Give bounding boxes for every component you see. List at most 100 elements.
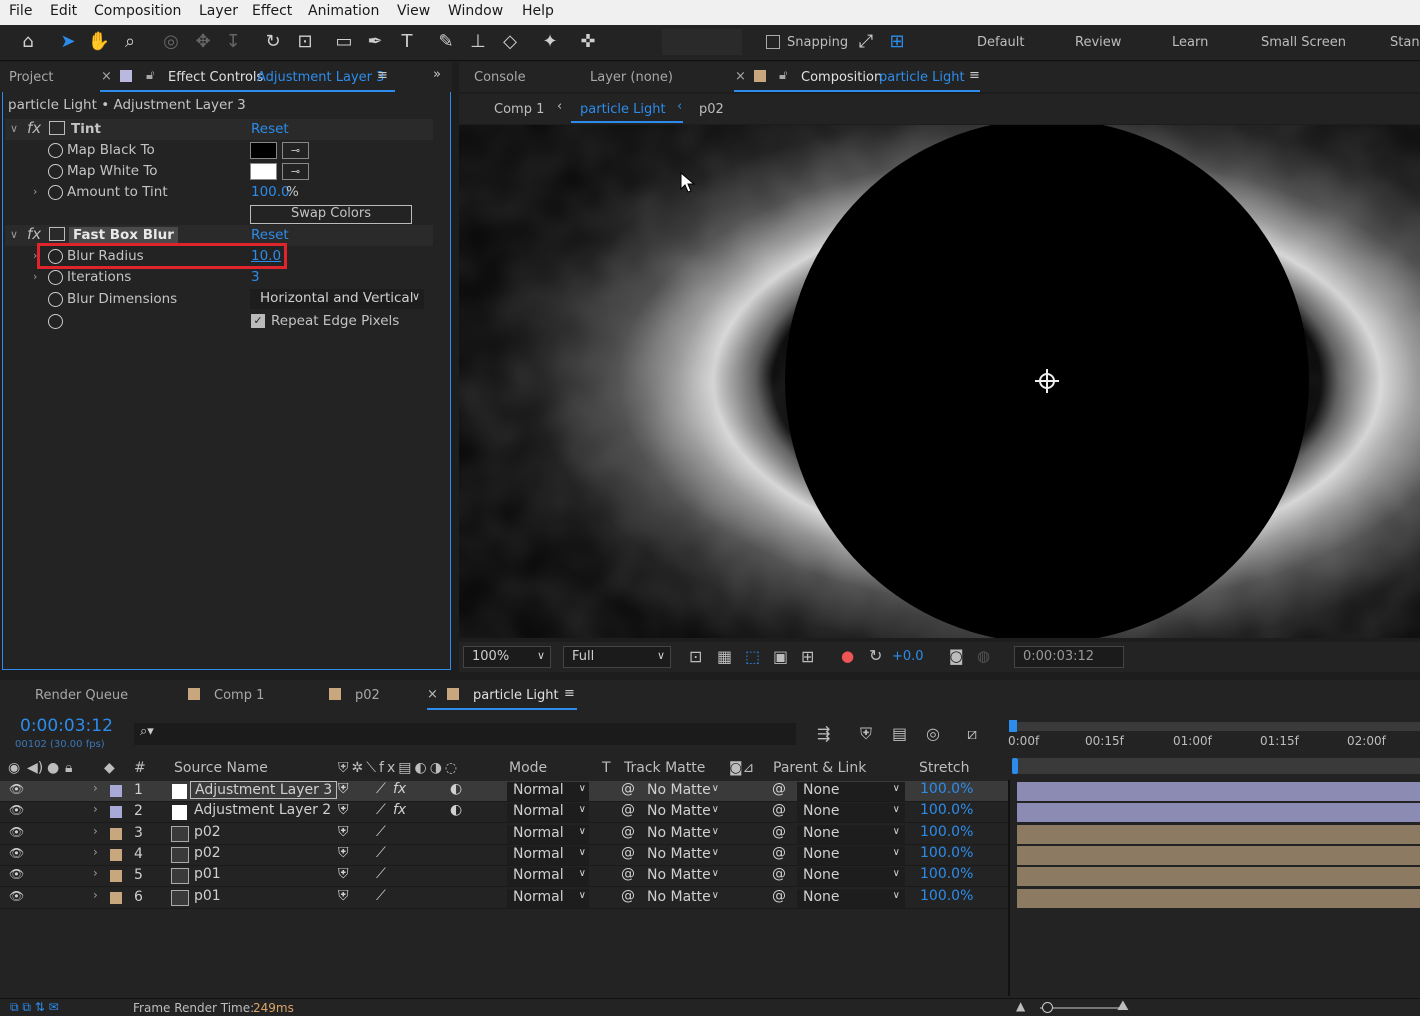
tab-layer[interactable]: Layer (none)	[590, 70, 673, 85]
amount-value[interactable]: 100.0	[251, 184, 290, 200]
layer-row[interactable]: 👁︎ › 1 Adjustment Layer 3 ⛨ ⟋ fx ◐ Normal ∨ @ No Ma…	[0, 781, 1008, 802]
layer-label-swatch[interactable]	[110, 848, 122, 861]
zoom-dropdown[interactable]: 100% ∨	[463, 646, 551, 668]
parent-pickwhip-icon[interactable]: @	[772, 866, 786, 882]
video-visibility-icon[interactable]: ◉	[8, 760, 20, 776]
adjustment-switch-icon[interactable]: ◐	[450, 781, 462, 797]
orbit-tool-icon[interactable]: ◎	[158, 29, 184, 55]
timecode-display[interactable]: 0:00:03:12	[20, 716, 113, 736]
shy-switch-icon[interactable]: ⛨	[338, 866, 349, 882]
lock-column-icon[interactable]: 🔒︎	[65, 760, 72, 776]
quality-switch-icon[interactable]: ⟋	[376, 866, 386, 882]
tab-comp1[interactable]: Comp 1	[214, 688, 264, 703]
panel-menu-icon[interactable]: ≡	[969, 68, 980, 83]
rotate-tool-icon[interactable]: ↻	[260, 29, 286, 55]
effect-tint-header[interactable]: ∨ fx Tint Reset	[5, 119, 433, 140]
menu-edit[interactable]: Edit	[50, 3, 77, 19]
expand-chevron-icon[interactable]: ›	[33, 185, 37, 198]
clone-stamp-tool-icon[interactable]: ⊥	[465, 29, 491, 55]
tab-p02[interactable]: p02	[355, 688, 380, 703]
quality-switch-icon[interactable]: ⟋	[376, 845, 386, 861]
selection-tool-icon[interactable]: ➤	[55, 29, 81, 55]
tab-particle-light[interactable]: particle Light	[473, 688, 559, 703]
col-source-name[interactable]: Source Name	[174, 760, 268, 776]
eyedropper-icon[interactable]: ⊸	[282, 163, 309, 180]
layer-name[interactable]: Adjustment Layer 3	[190, 781, 338, 799]
parent-pickwhip-icon[interactable]: @	[772, 845, 786, 861]
eye-icon[interactable]: 👁︎	[9, 825, 24, 839]
pen-tool-icon[interactable]: ✒	[362, 29, 388, 55]
eye-icon[interactable]: 👁︎	[9, 803, 24, 817]
stretch-value[interactable]: 100.0%	[920, 802, 973, 818]
toggle-switches-icon[interactable]: ⧉ ⧉ ⇅ ✉	[10, 1000, 59, 1015]
collapse-chevron-icon[interactable]: ∨	[10, 122, 18, 135]
fast-previews-icon[interactable]: ⊡	[689, 647, 702, 666]
home-icon[interactable]: ⌂	[15, 29, 41, 55]
shy-switch-icon[interactable]: ⛨	[338, 802, 349, 818]
motion-blur-icon[interactable]: ◎	[926, 724, 940, 743]
swap-colors-button[interactable]: Swap Colors	[250, 205, 412, 224]
track-matte-dropdown[interactable]: No Matte ∨	[641, 825, 721, 844]
composition-viewer[interactable]	[459, 125, 1420, 638]
layer-name[interactable]: p01	[190, 866, 225, 882]
frame-blending-icon[interactable]: ▤	[892, 724, 907, 743]
lock-icon[interactable]: 🔓︎	[779, 68, 787, 83]
quality-switch-icon[interactable]: ⟋	[376, 781, 386, 797]
tint-reset-link[interactable]: Reset	[251, 121, 289, 137]
eraser-tool-icon[interactable]: ◇	[497, 29, 523, 55]
mode-dropdown[interactable]: Normal ∨	[507, 803, 589, 823]
zoom-out-icon[interactable]: ▲	[1016, 999, 1025, 1013]
solo-icon[interactable]: ●	[47, 760, 59, 776]
effects-switch-icon[interactable]: fx	[393, 802, 406, 818]
label-column-icon[interactable]: ◆	[104, 760, 115, 776]
quality-switch-icon[interactable]: ⟋	[376, 824, 386, 840]
lock-icon[interactable]: 🔓︎	[146, 68, 154, 83]
work-area-start-handle[interactable]	[1009, 720, 1017, 732]
composition-name[interactable]: particle Light	[879, 70, 965, 85]
stretch-value[interactable]: 100.0%	[920, 781, 973, 797]
map-black-swatch[interactable]	[250, 142, 277, 159]
reset-exposure-icon[interactable]: ↻	[869, 646, 882, 665]
stretch-value[interactable]: 100.0%	[920, 845, 973, 861]
parent-pickwhip-icon[interactable]: @	[772, 802, 786, 818]
stretch-value[interactable]: 100.0%	[920, 824, 973, 840]
mode-dropdown[interactable]: Normal ∨	[507, 845, 589, 865]
tab-render-queue[interactable]: Render Queue	[35, 688, 128, 703]
layer-label-swatch[interactable]	[110, 827, 122, 840]
current-time-display[interactable]: 0:00:03:12	[1014, 646, 1124, 668]
map-white-swatch[interactable]	[250, 163, 277, 180]
breadcrumb-particle-light[interactable]: particle Light	[580, 102, 666, 117]
matte-pickwhip-icon[interactable]: @	[621, 888, 635, 904]
mode-dropdown[interactable]: Normal ∨	[507, 824, 589, 844]
eye-icon[interactable]: 👁︎	[9, 889, 24, 903]
shy-layers-icon[interactable]: ⛨	[860, 724, 872, 744]
parent-pickwhip-icon[interactable]: @	[772, 888, 786, 904]
eyedropper-icon[interactable]: ⊸	[282, 142, 309, 159]
stopwatch-icon[interactable]	[48, 185, 63, 200]
parent-dropdown[interactable]: None ∨	[797, 824, 905, 844]
stopwatch-icon[interactable]	[48, 292, 63, 307]
layer-label-swatch[interactable]	[110, 806, 122, 819]
layer-duration-bar[interactable]	[1017, 845, 1420, 865]
graph-editor-icon[interactable]: ⧄	[967, 724, 977, 744]
breadcrumb-p02[interactable]: p02	[699, 102, 724, 117]
tab-console[interactable]: Console	[474, 70, 526, 85]
workspace-standard[interactable]: Stanc	[1390, 35, 1420, 50]
matte-pickwhip-icon[interactable]: @	[621, 845, 635, 861]
mode-dropdown[interactable]: Normal ∨	[507, 782, 589, 801]
panel-menu-icon[interactable]: ≡	[564, 686, 575, 701]
layer-duration-bar[interactable]	[1017, 803, 1420, 823]
show-snapshot-icon[interactable]: ◍	[977, 647, 990, 665]
tab-composition[interactable]: Composition	[801, 70, 882, 85]
eye-icon[interactable]: 👁︎	[9, 782, 24, 796]
stopwatch-icon[interactable]	[48, 143, 63, 158]
effect-controls-layer[interactable]: Adjustment Layer 3	[257, 70, 384, 85]
fx-icon[interactable]: fx	[27, 225, 41, 243]
roto-brush-tool-icon[interactable]: ✦	[537, 29, 563, 55]
close-tab-icon[interactable]: ×	[735, 69, 746, 84]
layer-label-swatch[interactable]	[110, 891, 122, 904]
layer-duration-bar[interactable]	[1017, 888, 1420, 908]
collapse-chevron-icon[interactable]: ∨	[10, 228, 18, 241]
menu-view[interactable]: View	[397, 3, 430, 19]
layer-row[interactable]: 👁︎ › 5 p01 ⛨ ⟋ Normal ∨ @ No Matte ∨ @ None ∨ 100.0%	[0, 866, 1008, 888]
